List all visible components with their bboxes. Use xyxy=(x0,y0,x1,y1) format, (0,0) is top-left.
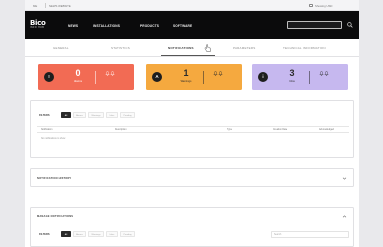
manage-filters-label: FILTERS xyxy=(39,233,50,236)
notifications-panel: FILTERS All Alarms Warnings Infos Pendin… xyxy=(30,100,354,158)
notifications-table-header: Notification Description Type Creation D… xyxy=(37,126,349,133)
column-acknowledged[interactable]: Acknowledged xyxy=(319,129,334,131)
column-creation-date[interactable]: Creation Date xyxy=(273,129,287,131)
chevron-up-icon[interactable] xyxy=(342,214,347,219)
utility-separator xyxy=(45,2,46,8)
warning-icon: A xyxy=(152,72,162,82)
bell-icon xyxy=(104,71,110,76)
notification-history-section[interactable]: NOTIFICATION HISTORY xyxy=(30,168,354,187)
infos-label: Infos xyxy=(289,79,295,83)
manage-filter-alarms-button[interactable]: Alarms xyxy=(73,231,86,237)
currency-checkbox-label: Showing USD xyxy=(315,3,333,8)
brand-name: Bico xyxy=(30,19,46,27)
info-icon: i xyxy=(258,72,268,82)
tab-general[interactable]: GENERAL xyxy=(53,46,69,50)
filters-label: FILTERS xyxy=(39,114,50,117)
notification-history-title: NOTIFICATION HISTORY xyxy=(37,177,72,180)
search-icon[interactable] xyxy=(347,22,353,28)
currency-checkbox[interactable] xyxy=(309,3,313,7)
nav-item-software[interactable]: SOFTWARE xyxy=(173,24,192,28)
nav-item-installations[interactable]: INSTALLATIONS xyxy=(93,24,120,28)
alarms-bell-group xyxy=(100,71,120,78)
card-divider xyxy=(203,71,204,84)
tab-statistics[interactable]: STATISTICS xyxy=(111,46,130,50)
manage-filter-infos-button[interactable]: Infos xyxy=(106,231,118,237)
empty-table-message: No notifications to show xyxy=(41,138,66,140)
active-tab-indicator xyxy=(161,55,215,56)
manage-notifications-title: MANAGE NOTIFICATIONS xyxy=(37,215,74,218)
chevron-down-icon[interactable] xyxy=(342,176,347,181)
warnings-card[interactable]: A 1 Warnings xyxy=(146,64,242,90)
warnings-count: 1 xyxy=(183,68,189,78)
nav-item-products[interactable]: PRODUCTS xyxy=(140,24,159,28)
utility-item-website[interactable]: NEWS WEBSITE xyxy=(49,4,71,8)
hand-cursor-icon xyxy=(204,44,211,52)
filter-alarms-button[interactable]: Alarms xyxy=(73,112,86,118)
tab-parameters[interactable]: PARAMETERS xyxy=(233,46,255,50)
filter-pending-button[interactable]: Pending xyxy=(120,112,135,118)
brand-logo[interactable]: Bico INFO HUB xyxy=(30,20,52,31)
tab-notifications[interactable]: NOTIFICATIONS xyxy=(168,46,194,50)
column-description[interactable]: Description xyxy=(115,129,127,131)
tab-technical-information[interactable]: TECHNICAL INFORMATION xyxy=(283,46,326,50)
warnings-label: Warnings xyxy=(180,79,192,83)
alarm-icon: ! xyxy=(44,72,54,82)
navbar-search-input[interactable] xyxy=(287,21,342,29)
manage-notifications-section: MANAGE NOTIFICATIONS FILTERS All Alarms … xyxy=(30,207,354,247)
bell-icon xyxy=(318,71,324,76)
alarms-card[interactable]: ! 0 Alarms xyxy=(38,64,134,90)
bell-off-icon xyxy=(218,71,224,76)
column-notification[interactable]: Notification xyxy=(41,129,52,131)
utility-item-me[interactable]: ME xyxy=(33,4,37,8)
filter-warnings-button[interactable]: Warnings xyxy=(88,112,104,118)
manage-search-input[interactable]: Search xyxy=(271,231,349,238)
bell-off-icon xyxy=(110,71,116,76)
manage-filter-pending-button[interactable]: Pending xyxy=(120,231,135,237)
main-navbar: Bico INFO HUB NEWS INSTALLATIONS PRODUCT… xyxy=(25,11,359,39)
bell-icon xyxy=(212,71,218,76)
alarms-count: 0 xyxy=(75,68,81,78)
infos-count: 3 xyxy=(289,68,295,78)
nav-item-news[interactable]: NEWS xyxy=(68,24,78,28)
infos-bell-group xyxy=(314,71,334,78)
card-divider xyxy=(309,71,310,84)
device-tabs: GENERAL STATISTICS NOTIFICATIONS PARAMET… xyxy=(25,39,359,57)
warnings-bell-group xyxy=(208,71,228,78)
manage-filter-all-button[interactable]: All xyxy=(61,231,71,237)
infos-card[interactable]: i 3 Infos xyxy=(252,64,348,90)
utility-bar: ME NEWS WEBSITE Showing USD xyxy=(25,0,359,11)
filter-infos-button[interactable]: Infos xyxy=(106,112,118,118)
page: ME NEWS WEBSITE Showing USD Bico INFO HU… xyxy=(25,0,359,247)
card-divider xyxy=(95,71,96,84)
filter-all-button[interactable]: All xyxy=(61,112,71,118)
column-type[interactable]: Type xyxy=(227,129,232,131)
brand-tagline: INFO HUB xyxy=(30,27,45,29)
manage-filter-warnings-button[interactable]: Warnings xyxy=(88,231,104,237)
alarms-label: Alarms xyxy=(73,79,83,83)
bell-off-icon xyxy=(324,71,330,76)
